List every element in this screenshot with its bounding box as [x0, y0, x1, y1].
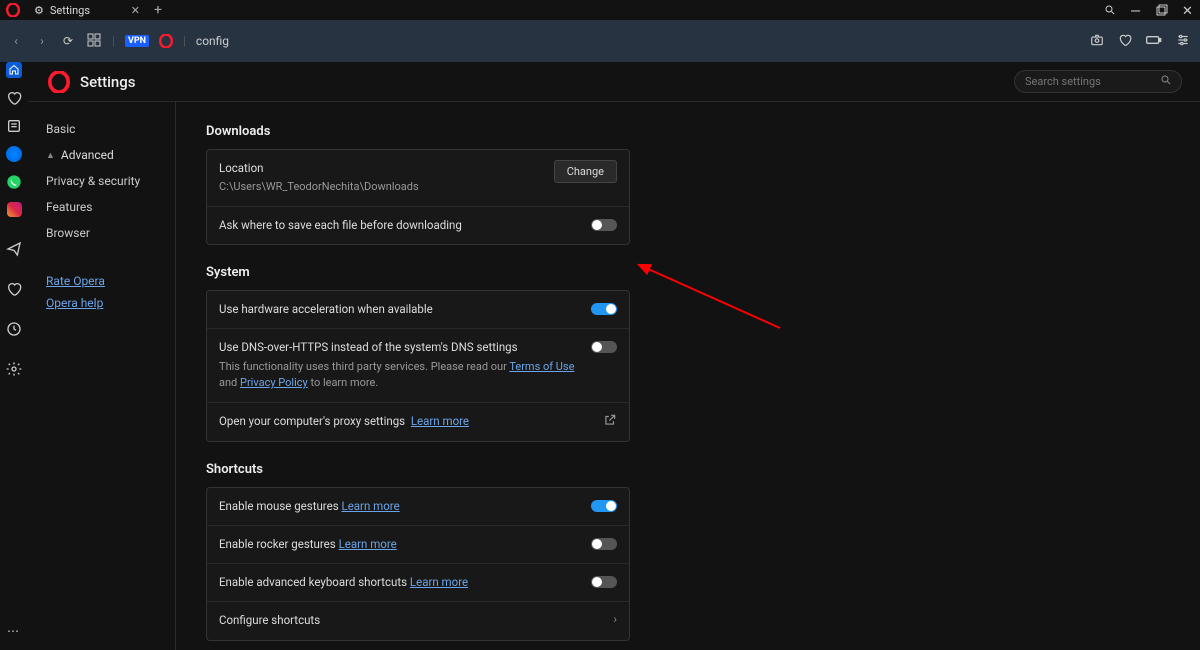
settings-page: Settings Basic ▲Advanced Privacy & secur…	[28, 62, 1200, 650]
mouse-gestures-row[interactable]: Enable mouse gestures Learn more	[207, 488, 629, 526]
mouse-gestures-toggle[interactable]	[591, 500, 617, 512]
ask-save-toggle[interactable]	[591, 219, 617, 231]
settings-header: Settings	[28, 62, 1200, 102]
sidebar-item-features[interactable]: Features	[28, 194, 175, 220]
speed-dial-icon[interactable]	[86, 33, 102, 50]
proxy-label: Open your computer's proxy settings	[219, 414, 405, 428]
tab-title: Settings	[50, 4, 90, 17]
external-link-icon	[603, 413, 617, 431]
hw-accel-row[interactable]: Use hardware acceleration when available	[207, 291, 629, 329]
dns-row[interactable]: Use DNS-over-HTTPS instead of the system…	[207, 329, 629, 402]
opera-logo-icon	[48, 71, 70, 93]
system-card: Use hardware acceleration when available…	[206, 290, 630, 442]
search-input[interactable]	[1014, 70, 1182, 93]
easy-setup-icon[interactable]	[1176, 33, 1190, 50]
home-icon[interactable]	[6, 62, 22, 78]
reload-button[interactable]: ⟳	[60, 34, 76, 48]
section-shortcuts-title: Shortcuts	[206, 462, 1170, 477]
bookmark-icon[interactable]	[6, 90, 22, 106]
personal-news-icon[interactable]	[6, 118, 22, 134]
battery-icon[interactable]	[1146, 34, 1162, 48]
mouse-learn-more[interactable]: Learn more	[342, 499, 400, 513]
tab-close-icon[interactable]: ✕	[131, 4, 140, 17]
heart-sidebar-icon[interactable]	[6, 281, 22, 297]
search-icon[interactable]	[1104, 4, 1116, 16]
back-button[interactable]: ‹	[8, 34, 24, 48]
rocker-gestures-toggle[interactable]	[591, 538, 617, 550]
more-icon[interactable]: ⋯	[7, 624, 21, 638]
sidebar-link-help[interactable]: Opera help	[28, 292, 175, 314]
close-button[interactable]: ✕	[1182, 4, 1194, 16]
gear-icon: ⚙	[34, 4, 44, 17]
hw-accel-toggle[interactable]	[591, 303, 617, 315]
tab-settings[interactable]: ⚙ Settings ✕	[26, 0, 146, 20]
history-icon[interactable]	[6, 321, 22, 337]
kbd-shortcuts-row[interactable]: Enable advanced keyboard shortcuts Learn…	[207, 564, 629, 602]
settings-gear-icon[interactable]	[6, 361, 22, 377]
shortcuts-card: Enable mouse gestures Learn more Enable …	[206, 487, 630, 641]
downloads-card: Location C:\Users\WR_TeodorNechita\Downl…	[206, 149, 630, 245]
address-bar: ‹ › ⟳ | VPN | config	[0, 20, 1200, 62]
page-title: Settings	[80, 73, 136, 91]
send-icon[interactable]	[6, 241, 22, 257]
chevron-down-icon: ▲	[46, 150, 55, 161]
instagram-icon[interactable]	[7, 202, 22, 217]
opera-logo-icon	[6, 3, 20, 17]
site-identity-icon[interactable]	[159, 34, 173, 48]
titlebar: ⚙ Settings ✕ + — ✕	[0, 0, 1200, 20]
change-button[interactable]: Change	[554, 160, 617, 183]
section-system-title: System	[206, 265, 1170, 280]
configure-shortcuts-row[interactable]: Configure shortcuts ›	[207, 602, 629, 639]
location-path: C:\Users\WR_TeodorNechita\Downloads	[219, 179, 554, 196]
sidebar-item-browser[interactable]: Browser	[28, 220, 175, 246]
ask-save-label: Ask where to save each file before downl…	[219, 217, 591, 234]
dns-label: Use DNS-over-HTTPS instead of the system…	[219, 339, 591, 356]
forward-button[interactable]: ›	[34, 34, 50, 48]
dns-description: This functionality uses third party serv…	[219, 359, 591, 392]
separator: |	[183, 34, 186, 48]
proxy-row[interactable]: Open your computer's proxy settings Lear…	[207, 403, 629, 441]
rocker-learn-more[interactable]: Learn more	[339, 537, 397, 551]
terms-link[interactable]: Terms of Use	[509, 360, 574, 373]
settings-content[interactable]: Downloads Location C:\Users\WR_TeodorNec…	[176, 102, 1200, 650]
location-label: Location	[219, 160, 554, 177]
proxy-learn-more-link[interactable]: Learn more	[411, 414, 469, 428]
vpn-badge[interactable]: VPN	[125, 35, 149, 47]
privacy-link[interactable]: Privacy Policy	[240, 376, 308, 389]
left-icon-strip: ⋯	[0, 62, 28, 650]
separator: |	[112, 34, 115, 48]
sidebar-item-advanced[interactable]: ▲Advanced	[28, 142, 175, 168]
dns-toggle[interactable]	[591, 341, 617, 353]
heart-icon[interactable]	[1118, 33, 1132, 50]
chevron-right-icon: ›	[613, 612, 617, 626]
ask-save-row[interactable]: Ask where to save each file before downl…	[207, 207, 629, 244]
download-location-row: Location C:\Users\WR_TeodorNechita\Downl…	[207, 150, 629, 207]
whatsapp-icon[interactable]	[6, 174, 22, 190]
url-text[interactable]: config	[196, 34, 229, 48]
settings-sidebar: Basic ▲Advanced Privacy & security Featu…	[28, 102, 176, 650]
sidebar-item-basic[interactable]: Basic	[28, 116, 175, 142]
search-wrap	[1014, 70, 1182, 93]
kbd-learn-more[interactable]: Learn more	[410, 575, 468, 589]
hw-accel-label: Use hardware acceleration when available	[219, 301, 591, 318]
section-downloads-title: Downloads	[206, 124, 1170, 139]
minimize-button[interactable]: —	[1130, 4, 1142, 16]
kbd-shortcuts-toggle[interactable]	[591, 576, 617, 588]
rocker-gestures-row[interactable]: Enable rocker gestures Learn more	[207, 526, 629, 564]
new-tab-button[interactable]: +	[146, 2, 170, 18]
snapshot-icon[interactable]	[1090, 33, 1104, 50]
messenger-icon[interactable]	[6, 146, 22, 162]
sidebar-link-rate[interactable]: Rate Opera	[28, 270, 175, 292]
maximize-button[interactable]	[1156, 4, 1168, 16]
search-icon	[1160, 74, 1172, 89]
sidebar-item-privacy[interactable]: Privacy & security	[28, 168, 175, 194]
